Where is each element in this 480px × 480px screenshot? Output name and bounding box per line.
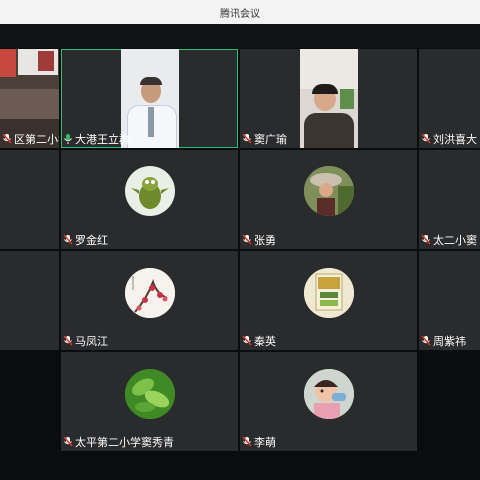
mic-muted-icon xyxy=(421,234,431,246)
participant-tile[interactable]: 李萌 xyxy=(240,352,417,451)
mic-muted-icon xyxy=(242,234,252,246)
mic-muted-icon xyxy=(242,335,252,347)
participant-tile[interactable]: 区第二小学) xyxy=(0,49,59,148)
participant-name: 大港王立群 xyxy=(75,133,130,146)
participant-name-tag: 大港王立群 xyxy=(61,132,134,146)
mic-muted-icon xyxy=(242,133,252,145)
participant-name: 太平第二小学窦秀青 xyxy=(75,436,174,449)
mic-muted-icon xyxy=(421,133,431,145)
mic-muted-icon xyxy=(63,234,73,246)
mic-active-icon xyxy=(63,133,73,145)
participant-name-tag: 张勇 xyxy=(240,233,280,247)
participant-name-tag: 区第二小学) xyxy=(0,132,59,146)
participant-tile[interactable] xyxy=(0,150,59,249)
participant-name-tag: 太平第二小学窦秀青 xyxy=(61,435,178,449)
mic-muted-icon xyxy=(421,335,431,347)
green-leaves-avatar-icon xyxy=(125,369,175,419)
person-hat-avatar-icon xyxy=(304,166,354,216)
participant-name-tag: 周紫祎 xyxy=(419,334,470,348)
participant-tile[interactable]: 太平第二小学窦秀青 xyxy=(61,352,238,451)
mic-muted-icon xyxy=(2,133,12,145)
participant-name-tag: 马凤江 xyxy=(61,334,112,348)
participant-tile[interactable]: 太二小窦 xyxy=(419,150,480,249)
participant-name: 刘洪喜大 xyxy=(433,133,477,146)
participant-tile[interactable]: 罗金红 xyxy=(61,150,238,249)
participant-name: 张勇 xyxy=(254,234,276,247)
plum-blossom-avatar-icon xyxy=(125,268,175,318)
participant-name: 李萌 xyxy=(254,436,276,449)
participant-name-tag: 刘洪喜大 xyxy=(419,132,480,146)
participant-name: 太二小窦 xyxy=(433,234,477,247)
window-title: 腾讯会议 xyxy=(220,9,260,20)
participant-tile[interactable]: 窦广瑜 xyxy=(240,49,417,148)
participant-tile[interactable]: 刘洪喜大 xyxy=(419,49,480,148)
participant-name: 周紫祎 xyxy=(433,335,466,348)
participant-name-tag: 太二小窦 xyxy=(419,233,480,247)
book-cover-avatar-icon xyxy=(304,268,354,318)
participant-name: 罗金红 xyxy=(75,234,108,247)
child-drinking-avatar-icon xyxy=(304,369,354,419)
participant-tile[interactable]: 秦英 xyxy=(240,251,417,350)
leaf-creature-avatar-icon xyxy=(125,166,175,216)
participant-name-tag: 窦广瑜 xyxy=(240,132,291,146)
participant-video xyxy=(300,49,358,148)
participant-name: 马凤江 xyxy=(75,335,108,348)
participant-tile[interactable]: 马凤江 xyxy=(61,251,238,350)
participant-name: 区第二小学) xyxy=(14,133,59,146)
mic-muted-icon xyxy=(63,335,73,347)
participant-tile[interactable]: 张勇 xyxy=(240,150,417,249)
participant-name-tag: 李萌 xyxy=(240,435,280,449)
participant-tile[interactable]: 周紫祎 xyxy=(419,251,480,350)
top-toolbar-area xyxy=(0,24,480,48)
participant-tile[interactable] xyxy=(0,251,59,350)
participant-name: 窦广瑜 xyxy=(254,133,287,146)
participant-name-tag: 秦英 xyxy=(240,334,280,348)
window-titlebar: 腾讯会议 xyxy=(0,0,480,25)
mic-muted-icon xyxy=(63,436,73,448)
participant-name: 秦英 xyxy=(254,335,276,348)
participant-tile-speaking[interactable]: 大港王立群 xyxy=(61,49,238,148)
mic-muted-icon xyxy=(242,436,252,448)
participant-name-tag: 罗金红 xyxy=(61,233,112,247)
